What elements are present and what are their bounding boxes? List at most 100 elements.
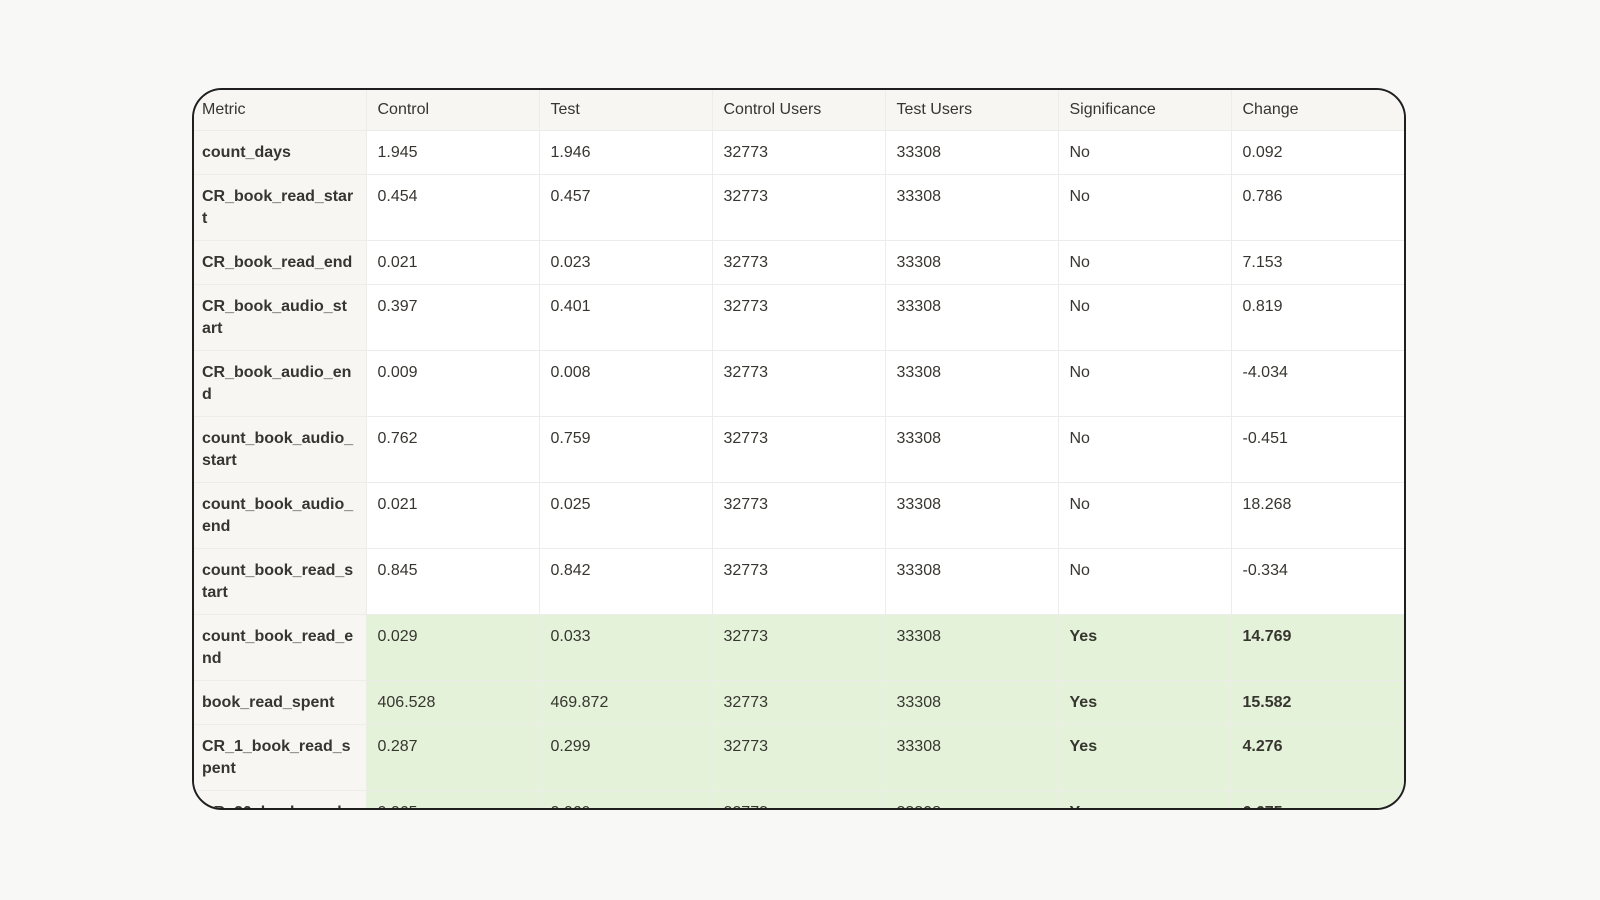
control-cell[interactable]: 406.528 [366,680,540,725]
test-cell[interactable]: 0.033 [539,614,713,681]
significance-cell[interactable]: Yes [1058,614,1232,681]
control-cell[interactable]: 0.762 [366,416,540,483]
table-row-significant: count_book_read_end 0.029 0.033 32773 33… [194,614,1404,681]
control-users-cell[interactable]: 32773 [712,680,886,725]
control-cell[interactable]: 0.021 [366,240,540,285]
test-cell[interactable]: 0.759 [539,416,713,483]
control-cell[interactable]: 1.945 [366,130,540,175]
table-row-significant: book_read_spent 406.528 469.872 32773 33… [194,680,1404,725]
significance-cell[interactable]: Yes [1058,724,1232,791]
change-cell[interactable]: -4.034 [1231,350,1404,417]
control-users-cell[interactable]: 32773 [712,614,886,681]
control-users-cell[interactable]: 32773 [712,130,886,175]
change-cell[interactable]: 0.819 [1231,284,1404,351]
change-cell[interactable]: -0.451 [1231,416,1404,483]
metric-cell[interactable]: CR_book_audio_start [194,284,367,351]
test-users-cell[interactable]: 33308 [885,174,1059,241]
header-metric[interactable]: Metric [194,90,367,131]
table-row: CR_book_audio_end 0.009 0.008 32773 3330… [194,350,1404,417]
control-users-cell[interactable]: 32773 [712,482,886,549]
table-row: count_days 1.945 1.946 32773 33308 No 0.… [194,130,1404,175]
change-cell[interactable]: 4.276 [1231,724,1404,791]
test-cell[interactable]: 0.069 [539,790,713,808]
test-cell[interactable]: 0.401 [539,284,713,351]
control-users-cell[interactable]: 32773 [712,724,886,791]
significance-cell[interactable]: No [1058,130,1232,175]
control-users-cell[interactable]: 32773 [712,174,886,241]
metric-cell[interactable]: CR_20_book_read_spent [194,790,367,808]
significance-cell[interactable]: No [1058,240,1232,285]
table-row: count_book_read_start 0.845 0.842 32773 … [194,548,1404,615]
metric-cell[interactable]: count_days [194,130,367,175]
control-users-cell[interactable]: 32773 [712,790,886,808]
change-cell[interactable]: 7.153 [1231,240,1404,285]
control-cell[interactable]: 0.397 [366,284,540,351]
significance-cell[interactable]: Yes [1058,680,1232,725]
metric-cell[interactable]: count_book_audio_start [194,416,367,483]
metric-cell[interactable]: book_read_spent [194,680,367,725]
significance-cell[interactable]: No [1058,174,1232,241]
test-users-cell[interactable]: 33308 [885,240,1059,285]
metric-cell[interactable]: CR_1_book_read_spent [194,724,367,791]
change-cell[interactable]: 14.769 [1231,614,1404,681]
control-cell[interactable]: 0.287 [366,724,540,791]
test-users-cell[interactable]: 33308 [885,680,1059,725]
control-users-cell[interactable]: 32773 [712,350,886,417]
metric-cell[interactable]: CR_book_read_end [194,240,367,285]
significance-cell[interactable]: No [1058,350,1232,417]
control-users-cell[interactable]: 32773 [712,548,886,615]
test-cell[interactable]: 0.008 [539,350,713,417]
table-row: count_book_audio_end 0.021 0.025 32773 3… [194,482,1404,549]
ab-test-results-table: Metric Control Test Control Users Test U… [194,90,1404,808]
test-users-cell[interactable]: 33308 [885,724,1059,791]
header-significance[interactable]: Significance [1058,90,1232,131]
test-users-cell[interactable]: 33308 [885,284,1059,351]
header-test-users[interactable]: Test Users [885,90,1059,131]
test-cell[interactable]: 0.023 [539,240,713,285]
change-cell[interactable]: 18.268 [1231,482,1404,549]
control-cell[interactable]: 0.845 [366,548,540,615]
test-users-cell[interactable]: 33308 [885,130,1059,175]
test-cell[interactable]: 469.872 [539,680,713,725]
change-cell[interactable]: 0.092 [1231,130,1404,175]
control-cell[interactable]: 0.454 [366,174,540,241]
change-cell[interactable]: 15.582 [1231,680,1404,725]
control-cell[interactable]: 0.029 [366,614,540,681]
metric-cell[interactable]: count_book_read_end [194,614,367,681]
test-users-cell[interactable]: 33308 [885,350,1059,417]
table-row: count_book_audio_start 0.762 0.759 32773… [194,416,1404,483]
test-cell[interactable]: 0.842 [539,548,713,615]
header-control-users[interactable]: Control Users [712,90,886,131]
control-cell[interactable]: 0.065 [366,790,540,808]
test-users-cell[interactable]: 33308 [885,482,1059,549]
test-cell[interactable]: 0.299 [539,724,713,791]
control-users-cell[interactable]: 32773 [712,240,886,285]
metric-cell[interactable]: count_book_read_start [194,548,367,615]
significance-cell[interactable]: No [1058,548,1232,615]
table-row: CR_book_audio_start 0.397 0.401 32773 33… [194,284,1404,351]
test-cell[interactable]: 0.025 [539,482,713,549]
test-users-cell[interactable]: 33308 [885,548,1059,615]
header-test[interactable]: Test [539,90,713,131]
test-cell[interactable]: 0.457 [539,174,713,241]
significance-cell[interactable]: No [1058,416,1232,483]
test-users-cell[interactable]: 33308 [885,614,1059,681]
header-change[interactable]: Change [1231,90,1404,131]
test-users-cell[interactable]: 33308 [885,790,1059,808]
test-users-cell[interactable]: 33308 [885,416,1059,483]
metric-cell[interactable]: CR_book_audio_end [194,350,367,417]
significance-cell[interactable]: No [1058,482,1232,549]
control-cell[interactable]: 0.021 [366,482,540,549]
header-control[interactable]: Control [366,90,540,131]
significance-cell[interactable]: No [1058,284,1232,351]
test-cell[interactable]: 1.946 [539,130,713,175]
control-cell[interactable]: 0.009 [366,350,540,417]
change-cell[interactable]: -0.334 [1231,548,1404,615]
change-cell[interactable]: 6.675 [1231,790,1404,808]
control-users-cell[interactable]: 32773 [712,416,886,483]
metric-cell[interactable]: CR_book_read_start [194,174,367,241]
control-users-cell[interactable]: 32773 [712,284,886,351]
metric-cell[interactable]: count_book_audio_end [194,482,367,549]
significance-cell[interactable]: Yes [1058,790,1232,808]
change-cell[interactable]: 0.786 [1231,174,1404,241]
